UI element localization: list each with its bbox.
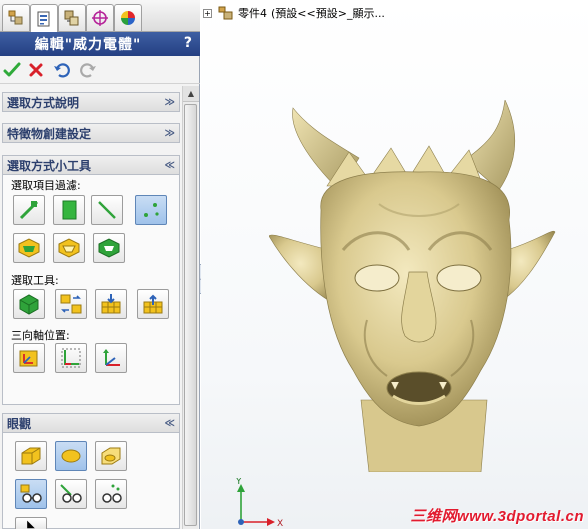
redo-button[interactable] <box>78 60 98 80</box>
filter-surface-body-button[interactable] <box>53 233 85 263</box>
feature-tree-icon <box>8 10 23 25</box>
select-down-button[interactable] <box>95 289 127 319</box>
selection-filter-label: 選取項目過濾: <box>11 179 81 192</box>
green-cube-icon <box>19 294 39 315</box>
select-body-button[interactable] <box>13 289 45 319</box>
filter-faces-button[interactable] <box>53 195 85 225</box>
expand-chevron-icon[interactable]: ≫ <box>165 97 175 108</box>
manager-tabs <box>0 0 200 32</box>
group-label: 眼觀 <box>7 416 32 431</box>
view-triad: Y X <box>235 478 283 528</box>
triad-axes-icon <box>103 349 120 366</box>
undo-icon <box>54 63 70 78</box>
feature-manager-tab[interactable] <box>2 4 30 31</box>
ok-button[interactable] <box>2 60 22 80</box>
ellipse-face-icon <box>61 449 81 463</box>
glasses-edge-icon <box>60 484 82 503</box>
group-label: 選取方式說明 <box>7 95 80 110</box>
section-box-icon <box>101 447 121 465</box>
triad-selection-icon <box>61 348 81 368</box>
property-manager-panel: 編輯"威力電體" ? 選取方式說明 ≫ 特徵物創建設定 ≫ 選取方式小工具 ≪ … <box>0 0 200 529</box>
display-manager-tab[interactable] <box>114 4 142 31</box>
up-arrow-grid-icon <box>143 294 163 314</box>
view-section-button[interactable] <box>95 441 127 471</box>
property-manager-title: 編輯"威力電體" <box>34 37 142 53</box>
grid-arrows-icon <box>60 294 82 314</box>
cancel-button[interactable] <box>26 60 46 80</box>
graphics-area[interactable]: + 零件4 (預設<<預設>_顯示... Y X 三维网www.3dportal… <box>201 0 588 529</box>
help-button[interactable]: ? <box>184 35 192 51</box>
triad-x-label: X <box>277 519 283 528</box>
filter-edges-button[interactable] <box>91 195 123 225</box>
watermark-text: 三维网www.3dportal.cn <box>410 508 584 525</box>
view-more-button[interactable]: ◣ <box>15 517 47 529</box>
collapse-chevron-icon[interactable]: ≪ <box>165 160 175 171</box>
select-up-button[interactable] <box>137 289 169 319</box>
group-view[interactable]: 眼觀 ≪ <box>2 413 180 433</box>
scroll-thumb[interactable] <box>184 104 197 526</box>
group-selection-tools[interactable]: 選取方式小工具 ≪ <box>2 155 180 175</box>
shaded-box-icon <box>21 447 41 465</box>
filter-vertex-edge-icon <box>19 200 39 220</box>
down-arrow-grid-icon <box>101 294 121 314</box>
hollow-body-icon <box>98 238 120 258</box>
red-x-icon <box>29 63 43 77</box>
demon-head-model[interactable] <box>269 100 559 472</box>
filter-vertices-button[interactable] <box>13 195 45 225</box>
view-glasses-points-button[interactable] <box>95 479 127 509</box>
part-name: 零件4 <box>238 7 267 20</box>
undo-button[interactable] <box>52 60 72 80</box>
view-glasses-edge-button[interactable] <box>55 479 87 509</box>
action-toolbar <box>0 56 200 84</box>
selection-tools-content: 選取項目過濾: 選取工具: 三向軸位置: <box>2 175 180 405</box>
surface-body-icon <box>58 238 80 258</box>
filter-face-icon <box>62 200 77 220</box>
redo-icon <box>80 63 96 78</box>
selection-tools-label: 選取工具: <box>11 274 59 287</box>
configuration-name: (預設<<預設>_顯示... <box>271 7 385 20</box>
glasses-points-icon <box>102 484 122 503</box>
expand-chevron-icon[interactable]: ≫ <box>165 128 175 139</box>
color-wheel-icon <box>121 11 135 25</box>
property-manager-tab[interactable] <box>30 4 58 32</box>
group-label: 選取方式小工具 <box>7 158 92 173</box>
view-shaded-button[interactable] <box>15 441 47 471</box>
expand-toggle[interactable]: + <box>203 8 212 18</box>
filter-edge-icon <box>98 201 116 219</box>
glasses-icon <box>20 484 42 503</box>
property-manager-icon <box>37 11 50 26</box>
part-icon <box>218 6 233 20</box>
target-crosshair-icon <box>92 10 108 26</box>
partial-tool-icon: ◣ <box>27 518 35 529</box>
triad-to-origin-button[interactable] <box>13 343 45 373</box>
configuration-manager-icon <box>64 10 79 26</box>
view-content: ◣ <box>2 433 180 529</box>
dimxpert-tab[interactable] <box>86 4 114 31</box>
triad-free-button[interactable] <box>95 343 127 373</box>
property-manager-title-bar: 編輯"威力電體" ? <box>0 32 200 56</box>
triad-origin-icon <box>19 350 38 367</box>
triad-y-label: Y <box>235 478 242 487</box>
flyout-tree-root[interactable]: + 零件4 (預設<<預設>_顯示... <box>203 4 385 22</box>
view-ellipse-button[interactable] <box>55 441 87 471</box>
group-selection-method-description[interactable]: 選取方式說明 ≫ <box>2 92 180 112</box>
triad-position-label: 三向軸位置: <box>11 329 70 342</box>
green-check-icon <box>3 62 21 77</box>
filter-points-icon <box>144 203 159 217</box>
collapse-chevron-icon[interactable]: ≪ <box>165 418 175 429</box>
filter-hole-button[interactable] <box>93 233 125 263</box>
filter-points-button[interactable] <box>135 195 167 225</box>
select-loop-button[interactable] <box>55 289 87 319</box>
triad-to-selection-button[interactable] <box>55 343 87 373</box>
group-label: 特徵物創建設定 <box>7 126 92 141</box>
view-glasses-vertex-button[interactable] <box>15 479 47 509</box>
configuration-manager-tab[interactable] <box>58 4 86 31</box>
panel-scrollbar[interactable]: ▲ <box>182 86 199 529</box>
scroll-up-arrow-icon[interactable]: ▲ <box>183 86 199 102</box>
solid-body-icon <box>18 238 40 258</box>
filter-solid-body-button[interactable] <box>13 233 45 263</box>
group-feature-creation-settings[interactable]: 特徵物創建設定 ≫ <box>2 123 180 143</box>
